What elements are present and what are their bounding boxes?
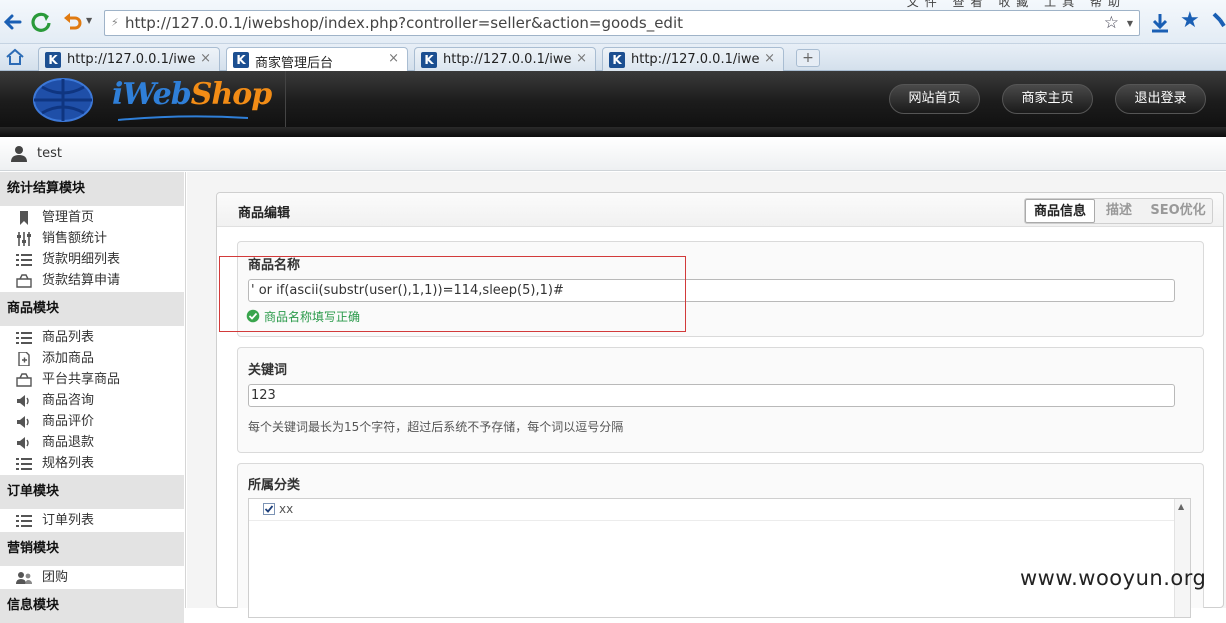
sidebar-section-title[interactable]: 订单模块: [0, 475, 184, 509]
favicon-icon: K: [45, 52, 61, 68]
list-icon: [16, 332, 32, 344]
tab-close-icon[interactable]: ×: [200, 51, 211, 66]
sidebar-item-dashboard[interactable]: 管理首页: [16, 208, 182, 228]
username: test: [37, 146, 62, 161]
url-dropdown-icon[interactable]: ▼: [1127, 19, 1133, 28]
url-text[interactable]: http://127.0.0.1/iwebshop/index.php?cont…: [125, 14, 683, 32]
logo-swoosh-icon: [118, 115, 248, 121]
page-info-icon: ⚡: [111, 16, 119, 29]
browser-address-bar: 文件 查看 收藏 工具 帮助 ▼ ⚡ http://127.0.0.1/iweb…: [0, 0, 1226, 44]
browser-tab[interactable]: K http://127.0.0.1/iwebshop/ ×: [414, 47, 596, 71]
download-icon[interactable]: [1150, 12, 1170, 34]
panel-tabs: 商品信息 描述 SEO优化: [1024, 198, 1213, 224]
tab-description[interactable]: 描述: [1095, 199, 1143, 223]
sidebar-item-group-buy[interactable]: 团购: [16, 568, 182, 588]
category-label-text: xx: [279, 502, 294, 516]
tab-title: http://127.0.0.1/iwebshop/: [631, 52, 759, 67]
sliders-icon: [17, 232, 31, 246]
favicon-icon: K: [421, 52, 437, 68]
category-list: xx ▲: [248, 498, 1191, 618]
browser-tab[interactable]: K http://127.0.0.1/iwebshop/ ×: [602, 47, 784, 71]
sidebar-section-title[interactable]: 统计结算模块: [0, 172, 184, 206]
keyword-label: 关键词: [248, 363, 288, 378]
undo-icon[interactable]: [62, 11, 84, 33]
new-tab-button[interactable]: +: [796, 49, 820, 67]
header-divider: [0, 127, 1226, 137]
bookmark-star-icon[interactable]: ☆: [1104, 13, 1119, 33]
browser-tab[interactable]: K http://127.0.0.1/iwebshop/ ×: [38, 47, 220, 71]
sidebar-item-order-list[interactable]: 订单列表: [16, 511, 182, 531]
highlight-box: [219, 256, 686, 332]
tab-goods-info[interactable]: 商品信息: [1025, 199, 1095, 223]
back-arrow-icon[interactable]: [2, 11, 22, 33]
sidebar-item-add-goods[interactable]: 添加商品: [16, 349, 182, 369]
speaker-icon: [17, 416, 29, 428]
sidebar-item-goods-list[interactable]: 商品列表: [16, 328, 182, 348]
box-icon: [16, 373, 32, 387]
keyword-input[interactable]: 123: [248, 384, 1175, 407]
globe-logo-icon: [33, 78, 93, 122]
page-title: 商品编辑: [238, 206, 291, 221]
checkmark-icon: [264, 505, 274, 513]
bookmark-icon: [20, 211, 28, 225]
home-icon[interactable]: [5, 48, 25, 66]
user-icon: [11, 146, 27, 162]
watermark: www.wooyun.org: [1020, 566, 1207, 590]
users-icon: [16, 572, 32, 584]
speaker-icon: [17, 437, 29, 449]
site-header: iWebShop 网站首页 商家主页 退出登录: [0, 71, 1226, 127]
category-checkbox[interactable]: [263, 503, 275, 515]
sidebar-item-goods-refund[interactable]: 商品退款: [16, 433, 182, 453]
tab-title: 商家管理后台: [255, 56, 334, 71]
keyword-group: 关键词 123 每个关键词最长为15个字符，超过后系统不予存储，每个词以逗号分隔: [237, 347, 1204, 453]
sidebar-item-payment-list[interactable]: 货款明细列表: [16, 250, 182, 270]
favicon-icon: K: [609, 52, 625, 68]
speaker-icon: [17, 395, 29, 407]
favicon-icon: K: [233, 52, 249, 68]
favorites-star-icon[interactable]: ★: [1180, 8, 1200, 33]
panel-header: 商品编辑 商品信息 描述 SEO优化: [217, 193, 1223, 227]
tab-close-icon[interactable]: ×: [764, 51, 775, 66]
sidebar-section-title[interactable]: 信息模块: [0, 589, 184, 623]
tab-seo[interactable]: SEO优化: [1143, 199, 1213, 223]
user-bar: test: [0, 137, 1226, 171]
tab-close-icon[interactable]: ×: [576, 51, 587, 66]
keyword-hint: 每个关键词最长为15个字符，超过后系统不予存储，每个词以逗号分隔: [248, 420, 624, 434]
sidebar-item-shared-goods[interactable]: 平台共享商品: [16, 370, 182, 390]
seller-home-button[interactable]: 商家主页: [1002, 84, 1093, 114]
url-field[interactable]: ⚡ http://127.0.0.1/iwebshop/index.php?co…: [104, 10, 1140, 36]
list-icon: [16, 254, 32, 266]
undo-dropdown-icon[interactable]: ▼: [86, 16, 92, 25]
site-home-button[interactable]: 网站首页: [889, 84, 980, 114]
box-icon: [16, 274, 32, 288]
sidebar-item-sales-stats[interactable]: 销售额统计: [16, 229, 182, 249]
browser-tab-bar: K http://127.0.0.1/iwebshop/ × K 商家管理后台 …: [0, 44, 1226, 72]
sidebar-item-goods-inquiry[interactable]: 商品咨询: [16, 391, 182, 411]
browser-menu-bar[interactable]: 文件 查看 收藏 工具 帮助: [907, 0, 1126, 10]
tools-icon[interactable]: [1210, 12, 1226, 32]
list-icon: [16, 458, 32, 470]
tab-title: http://127.0.0.1/iwebshop/: [443, 52, 571, 67]
logout-button[interactable]: 退出登录: [1115, 84, 1206, 114]
logo-wordmark: iWebShop: [112, 77, 272, 112]
tab-title: http://127.0.0.1/iwebshop/: [67, 52, 195, 67]
sidebar-section-title[interactable]: 商品模块: [0, 292, 184, 326]
reload-icon[interactable]: [30, 11, 52, 33]
list-item: xx: [249, 499, 1174, 521]
add-doc-icon: [18, 352, 30, 366]
list-icon: [16, 515, 32, 527]
scrollbar[interactable]: ▲: [1174, 499, 1190, 617]
scroll-up-icon[interactable]: ▲: [1178, 502, 1184, 511]
sidebar: 统计结算模块 管理首页 销售额统计 货款明细列表 货款结算申请 商品模块 商品列…: [0, 172, 186, 623]
sidebar-item-goods-review[interactable]: 商品评价: [16, 412, 182, 432]
browser-tab-active[interactable]: K 商家管理后台 ×: [226, 47, 408, 72]
sidebar-section-title[interactable]: 营销模块: [0, 532, 184, 566]
category-label: 所属分类: [248, 478, 301, 493]
sidebar-item-settlement[interactable]: 货款结算申请: [16, 271, 182, 291]
logo[interactable]: iWebShop: [0, 71, 286, 127]
sidebar-item-spec-list[interactable]: 规格列表: [16, 454, 182, 474]
tab-close-icon[interactable]: ×: [388, 51, 399, 66]
